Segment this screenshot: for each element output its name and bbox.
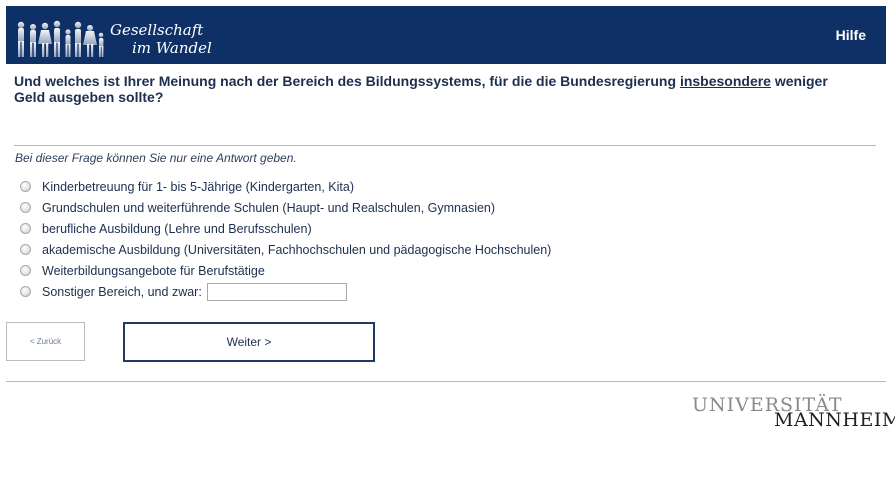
gesellschaft-im-wandel-logo: Gesellschaft im Wandel: [12, 12, 214, 62]
help-link[interactable]: Hilfe: [836, 27, 866, 43]
universitaet-mannheim-logo: UNIVERSITÄT MANNHEIM: [692, 394, 895, 431]
next-button[interactable]: Weiter >: [123, 322, 375, 362]
survey-page: Gesellschaft im Wandel Hilfe Und welches…: [0, 0, 895, 479]
option-weiterbildung[interactable]: Weiterbildungsangebote für Berufstätige: [18, 260, 718, 281]
option-grundschulen[interactable]: Grundschulen und weiterführende Schulen …: [18, 197, 718, 218]
option-label: Sonstiger Bereich, und zwar:: [42, 284, 202, 299]
question-text: Und welches ist Ihrer Meinung nach der B…: [14, 73, 854, 105]
question-emphasis: insbesondere: [679, 73, 771, 89]
people-silhouettes-icon: [17, 20, 104, 57]
option-berufliche-ausbildung[interactable]: berufliche Ausbildung (Lehre und Berufss…: [18, 218, 718, 239]
question-divider: [14, 145, 876, 146]
option-label: Kinderbetreuung für 1- bis 5-Jährige (Ki…: [42, 179, 354, 194]
question-text-start: Und welches ist Ihrer Meinung nach der B…: [14, 73, 680, 89]
option-kinderbetreuung[interactable]: Kinderbetreuung für 1- bis 5-Jährige (Ki…: [18, 176, 718, 197]
logo-title-line1: Gesellschaft: [110, 21, 204, 39]
footer-divider: [6, 381, 886, 382]
logo-title-line2: im Wandel: [132, 39, 212, 57]
radio-button[interactable]: [20, 181, 31, 192]
answer-instruction: Bei dieser Frage können Sie nur eine Ant…: [15, 151, 297, 165]
option-label: Weiterbildungsangebote für Berufstätige: [42, 263, 265, 278]
radio-button[interactable]: [20, 244, 31, 255]
option-label: Grundschulen und weiterführende Schulen …: [42, 200, 496, 215]
option-label: berufliche Ausbildung (Lehre und Berufss…: [42, 221, 312, 236]
answer-options: Kinderbetreuung für 1- bis 5-Jährige (Ki…: [18, 176, 718, 302]
back-button[interactable]: < Zurück: [6, 322, 85, 361]
radio-button[interactable]: [20, 286, 31, 297]
option-sonstiger-bereich[interactable]: Sonstiger Bereich, und zwar:: [18, 281, 718, 302]
header-bar: Gesellschaft im Wandel Hilfe: [6, 6, 886, 64]
radio-button[interactable]: [20, 202, 31, 213]
other-area-input[interactable]: [206, 282, 347, 301]
radio-button[interactable]: [20, 223, 31, 234]
option-label: akademische Ausbildung (Universitäten, F…: [42, 242, 552, 257]
option-akademische-ausbildung[interactable]: akademische Ausbildung (Universitäten, F…: [18, 239, 718, 260]
logo-mannheim: MANNHEIM: [774, 409, 895, 431]
radio-button[interactable]: [20, 265, 31, 276]
